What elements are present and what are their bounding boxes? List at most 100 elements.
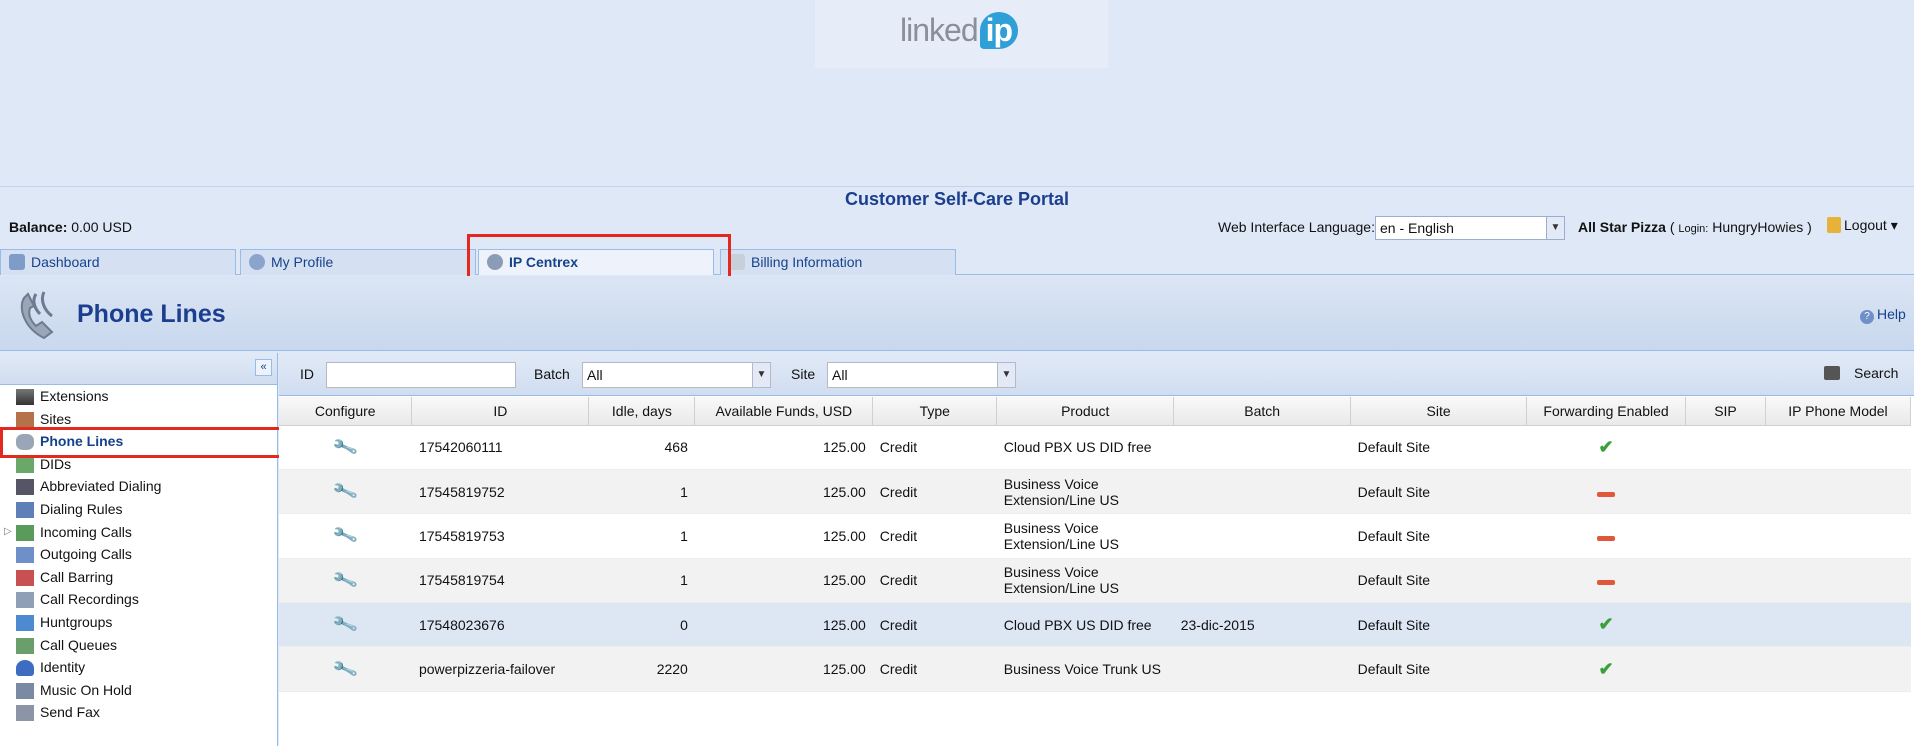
wrench-icon[interactable]: 🔧 <box>332 522 360 548</box>
table-row[interactable]: 🔧 17545819754 1 125.00 Credit Business V… <box>279 558 1911 604</box>
tab-my-profile[interactable]: My Profile <box>240 249 476 275</box>
column-header[interactable]: Available Funds, USD <box>694 397 874 426</box>
configure-cell[interactable]: 🔧 <box>279 646 412 692</box>
wrench-icon[interactable]: 🔧 <box>332 655 360 681</box>
type-cell: Credit <box>872 646 997 692</box>
batch-filter-label: Batch <box>534 366 570 382</box>
id-cell: 17542060111 <box>411 425 589 470</box>
header: linked ip <box>0 0 1914 186</box>
id-filter-input[interactable] <box>326 362 516 388</box>
configure-cell[interactable]: 🔧 <box>279 602 412 648</box>
site-filter-select[interactable]: All ▼ <box>827 362 1016 388</box>
product-cell: Business Voice Extension/Line US <box>996 469 1174 515</box>
tab-dashboard[interactable]: Dashboard <box>0 249 236 275</box>
idle-cell: 0 <box>588 602 695 648</box>
sip-cell <box>1685 558 1766 604</box>
column-header[interactable]: Forwarding Enabled <box>1526 397 1687 426</box>
column-header[interactable]: ID <box>411 397 590 426</box>
batch-filter-select[interactable]: All ▼ <box>582 362 771 388</box>
column-header[interactable]: Product <box>996 397 1175 426</box>
chevron-down-icon[interactable]: ▼ <box>1546 217 1564 239</box>
wrench-icon[interactable]: 🔧 <box>332 478 360 504</box>
sidebar-item-huntgroups[interactable]: Huntgroups <box>0 611 278 634</box>
sidebar-item-identity[interactable]: Identity <box>0 656 278 679</box>
funds-cell: 125.00 <box>694 602 873 648</box>
sidebar-item-incoming-calls[interactable]: ▷ Incoming Calls <box>0 521 278 544</box>
sidebar-item-call-recordings[interactable]: Call Recordings <box>0 588 278 611</box>
account-info: All Star Pizza ( Login: HungryHowies ) <box>1578 219 1812 235</box>
checkmark-icon: ✔ <box>1598 436 1614 457</box>
language-select[interactable]: en - English ▼ <box>1375 216 1565 240</box>
table-row[interactable]: 🔧 17545819752 1 125.00 Credit Business V… <box>279 469 1911 515</box>
batch-cell: 23-dic-2015 <box>1173 602 1351 648</box>
sidebar-item-call-queues[interactable]: Call Queues <box>0 634 278 657</box>
funds-cell: 125.00 <box>694 558 873 604</box>
id-cell: 17548023676 <box>411 602 589 648</box>
wrench-icon[interactable]: 🔧 <box>332 567 360 593</box>
idle-cell: 2220 <box>588 646 695 692</box>
funds-cell: 125.00 <box>694 513 873 559</box>
forwarding-cell <box>1526 558 1686 604</box>
sip-cell <box>1685 602 1766 648</box>
id-cell: 17545819754 <box>411 558 589 604</box>
product-cell: Cloud PBX US DID free <box>996 602 1174 648</box>
idle-cell: 1 <box>588 513 695 559</box>
chevron-down-icon[interactable]: ▼ <box>997 363 1015 387</box>
column-header[interactable]: IP Phone Model <box>1765 397 1912 426</box>
search-button[interactable]: Search <box>1824 365 1898 381</box>
sidebar-item-outgoing-calls[interactable]: Outgoing Calls <box>0 543 278 566</box>
forwarding-cell: ✔ <box>1526 646 1686 692</box>
column-header[interactable]: SIP <box>1685 397 1766 426</box>
configure-cell[interactable]: 🔧 <box>279 558 412 604</box>
logout-button[interactable]: Logout ▾ <box>1827 217 1898 234</box>
huntgroups-icon <box>16 614 34 631</box>
call-barring-icon <box>16 569 34 586</box>
sidebar: « Extensions Sites Phone Lines DIDs Abbr… <box>0 353 278 746</box>
table-row[interactable]: 🔧 17545819753 1 125.00 Credit Business V… <box>279 513 1911 559</box>
sidebar-item-dialing-rules[interactable]: Dialing Rules <box>0 498 278 521</box>
incoming-calls-icon <box>16 524 34 541</box>
column-header[interactable]: Batch <box>1173 397 1352 426</box>
identity-icon <box>16 660 34 677</box>
configure-cell[interactable]: 🔧 <box>279 425 412 470</box>
column-header[interactable]: Configure <box>279 397 413 426</box>
table-row[interactable]: 🔧 17548023676 0 125.00 Credit Cloud PBX … <box>279 602 1911 648</box>
product-cell: Business Voice Extension/Line US <box>996 513 1174 559</box>
column-header[interactable]: Site <box>1350 397 1528 426</box>
sidebar-item-call-barring[interactable]: Call Barring <box>0 566 278 589</box>
id-cell: powerpizzeria-failover <box>411 646 589 692</box>
configure-cell[interactable]: 🔧 <box>279 513 412 559</box>
balance: Balance: 0.00 USD <box>9 219 132 235</box>
search-icon <box>1824 366 1840 380</box>
type-cell: Credit <box>872 558 997 604</box>
help-link[interactable]: ? Help <box>1860 306 1906 324</box>
idle-cell: 1 <box>588 558 695 604</box>
sidebar-item-send-fax[interactable]: Send Fax <box>0 701 278 724</box>
column-header[interactable]: Idle, days <box>588 397 696 426</box>
column-header[interactable]: Type <box>872 397 998 426</box>
expand-icon[interactable]: ▷ <box>4 521 12 543</box>
sites-icon <box>16 411 34 428</box>
batch-cell <box>1173 558 1351 604</box>
wrench-icon[interactable]: 🔧 <box>332 433 360 459</box>
type-cell: Credit <box>872 425 997 470</box>
sidebar-item-music-on-hold[interactable]: Music On Hold <box>0 679 278 702</box>
table-header-row: Configure ID Idle, days Available Funds,… <box>279 397 1912 426</box>
sidebar-item-extensions[interactable]: Extensions <box>0 385 278 408</box>
product-cell: Business Voice Trunk US <box>996 646 1174 692</box>
table-row[interactable]: 🔧 17542060111 468 125.00 Credit Cloud PB… <box>279 425 1911 470</box>
sip-cell <box>1685 425 1766 470</box>
chevron-down-icon[interactable]: ▼ <box>752 363 770 387</box>
info-bar: Balance: 0.00 USD Web Interface Language… <box>0 212 1914 242</box>
table-row[interactable]: 🔧 powerpizzeria-failover 2220 125.00 Cre… <box>279 646 1911 692</box>
tab-billing-information[interactable]: Billing Information <box>720 249 956 275</box>
model-cell <box>1765 513 1911 559</box>
id-cell: 17545819753 <box>411 513 589 559</box>
site-filter-label: Site <box>791 366 816 382</box>
collapse-sidebar-button[interactable]: « <box>255 359 272 376</box>
phone-lines-table: Configure ID Idle, days Available Funds,… <box>279 397 1912 692</box>
sidebar-item-abbreviated-dialing[interactable]: Abbreviated Dialing <box>0 475 278 498</box>
lock-icon <box>1827 217 1841 233</box>
wrench-icon[interactable]: 🔧 <box>332 611 360 637</box>
configure-cell[interactable]: 🔧 <box>279 469 412 515</box>
